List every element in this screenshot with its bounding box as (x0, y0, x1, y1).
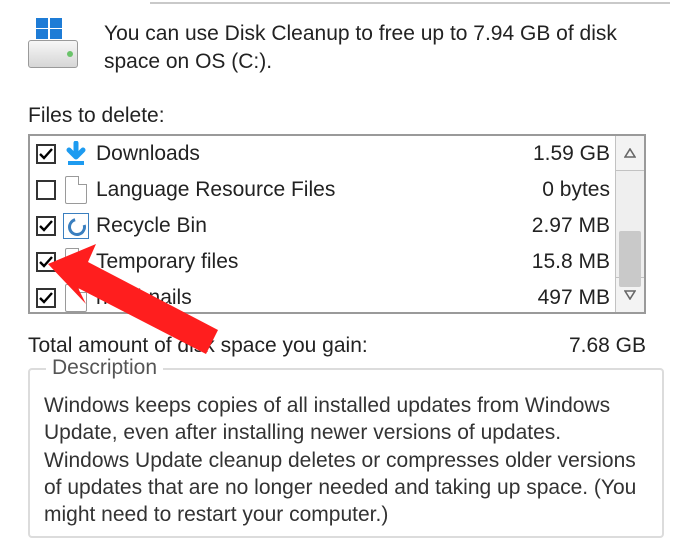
description-title: Description (46, 356, 163, 380)
row-checkbox[interactable] (36, 216, 56, 236)
row-size: 2.97 MB (490, 214, 616, 238)
list-item[interactable]: humbnails497 MB (30, 280, 616, 316)
list-scrollbar[interactable] (615, 136, 644, 312)
scroll-up-button[interactable] (616, 136, 644, 171)
header-divider (150, 2, 670, 4)
description-group: Description Windows keeps copies of all … (28, 368, 664, 538)
row-label: Language Resource Files (96, 178, 484, 202)
row-checkbox[interactable] (36, 288, 56, 308)
row-size: 497 MB (490, 286, 616, 310)
scroll-thumb[interactable] (619, 231, 641, 287)
row-type-icon (62, 248, 90, 276)
row-size: 0 bytes (490, 178, 616, 202)
row-label: humbnails (96, 286, 484, 310)
scroll-track[interactable] (616, 171, 644, 277)
row-type-icon (62, 176, 90, 204)
list-item[interactable]: Downloads1.59 GB (30, 136, 616, 172)
row-label: Downloads (96, 142, 484, 166)
row-label: Recycle Bin (96, 214, 484, 238)
row-type-icon (62, 212, 90, 240)
description-body: Windows keeps copies of all installed up… (44, 392, 648, 528)
drive-icon (28, 18, 80, 68)
row-checkbox[interactable] (36, 252, 56, 272)
list-item[interactable]: Temporary files15.8 MB (30, 244, 616, 280)
row-checkbox[interactable] (36, 144, 56, 164)
row-type-icon (62, 284, 90, 312)
row-type-icon (62, 140, 90, 168)
files-listbox: Downloads1.59 GBLanguage Resource Files0… (28, 134, 646, 314)
files-to-delete-label: Files to delete: (28, 104, 165, 128)
row-size: 15.8 MB (490, 250, 616, 274)
row-size: 1.59 GB (490, 142, 616, 166)
intro-text: You can use Disk Cleanup to free up to 7… (104, 20, 664, 77)
row-checkbox[interactable] (36, 180, 56, 200)
list-item[interactable]: Language Resource Files0 bytes (30, 172, 616, 208)
list-item[interactable]: Recycle Bin2.97 MB (30, 208, 616, 244)
total-value: 7.68 GB (569, 334, 646, 358)
row-label: Temporary files (96, 250, 484, 274)
total-label: Total amount of disk space you gain: (28, 334, 368, 358)
